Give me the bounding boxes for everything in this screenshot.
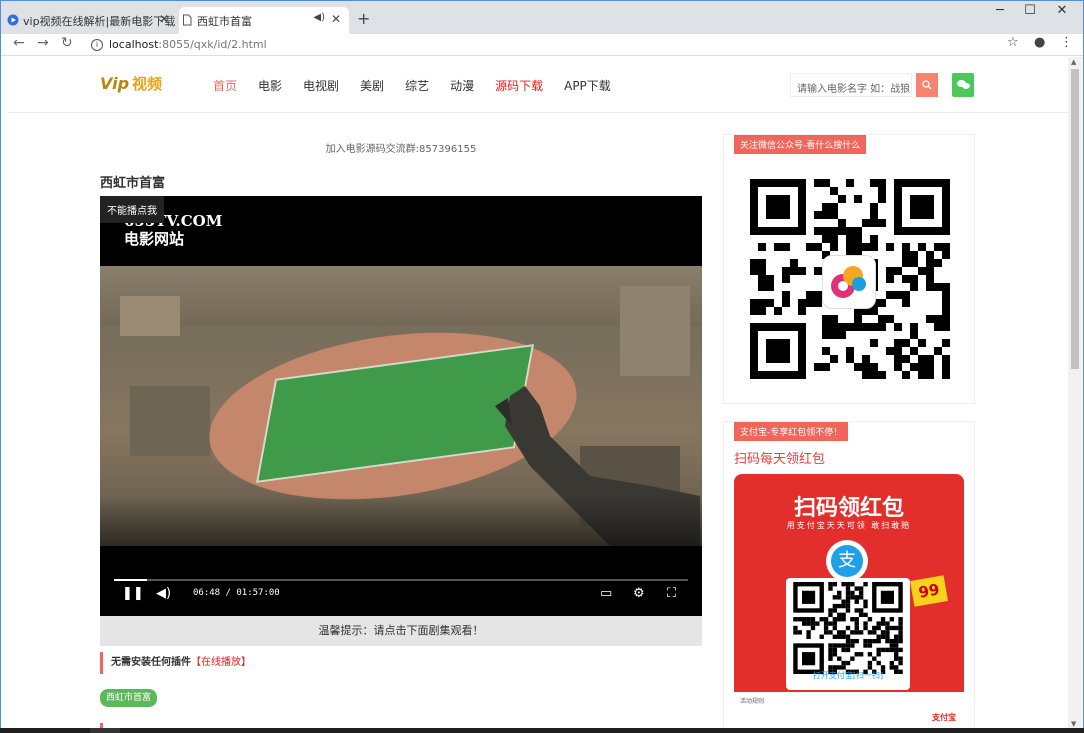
video-favicon-icon [7, 14, 19, 26]
alipay-logo: 支付宝 [932, 713, 956, 722]
page-viewport: Vip 视频 首页 电影 电视剧 美剧 综艺 动漫 源码下载 APP下载 请输入… [8, 57, 1068, 729]
wechat-badge: 关注微信公众号-看什么搜什么 [734, 135, 867, 154]
bookmark-star-icon[interactable]: ☆ [1007, 35, 1019, 50]
search-icon [922, 80, 932, 90]
nav-source-download[interactable]: 源码下载 [495, 77, 543, 94]
maximize-icon[interactable]: ☐ [1015, 3, 1045, 18]
nav-app-download[interactable]: APP下载 [564, 77, 611, 94]
wechat-icon[interactable] [952, 73, 974, 97]
search-input[interactable]: 请输入电影名字 如：战狼 [790, 73, 912, 97]
qq-group-notice: 加入电影源码交流群:857396155 [325, 144, 477, 155]
page-scrollbar[interactable]: ▲ ▼ [1068, 57, 1082, 729]
minimize-icon[interactable]: ─ [985, 3, 1015, 18]
fullscreen-icon[interactable]: ⛶ [667, 586, 676, 601]
logo-text: 视频 [132, 75, 163, 93]
settings-icon[interactable]: ⚙ [633, 586, 645, 601]
site-logo[interactable]: Vip 视频 [100, 73, 162, 94]
new-tab-icon[interactable]: + [357, 9, 370, 28]
play-note: 无需安装任何插件【在线播放】 [100, 652, 251, 674]
nav-variety[interactable]: 综艺 [405, 77, 429, 94]
scan-instruction: 打开支付宝[扫一扫] [812, 671, 884, 680]
online-play-link[interactable]: 【在线播放】 [191, 657, 251, 668]
tab-title: vip视频在线解析|最新电影下载 [23, 14, 176, 28]
current-time: 06:48 [193, 588, 221, 598]
red-packet-poster[interactable]: 扫码领红包 用支付宝天天可领 敢扫敢赔 99 打开支付宝[扫一扫] 活动规则 支… [734, 474, 964, 729]
alipay-badge: 支付宝-专享红包领不停！ [734, 422, 849, 441]
tab-strip: vip视频在线解析|最新电影下载 ✕ 西虹市首富 ◀) ✕ + ─ ☐ ✕ [1, 1, 1083, 34]
search-button[interactable] [916, 73, 938, 97]
speaker-icon[interactable]: ◀) [313, 12, 325, 23]
tab-inactive[interactable]: vip视频在线解析|最新电影下载 ✕ [5, 7, 177, 34]
pause-icon[interactable]: ❚❚ [122, 586, 144, 601]
tab-active[interactable]: 西虹市首富 ◀) ✕ [179, 7, 349, 34]
page-title: 西虹市首富 [100, 176, 166, 191]
page-favicon-icon [183, 14, 192, 26]
nav-anime[interactable]: 动漫 [450, 77, 474, 94]
menu-icon[interactable]: ⋮ [1060, 35, 1073, 50]
close-window-icon[interactable]: ✕ [1047, 3, 1077, 18]
reload-icon[interactable]: ↻ [61, 35, 73, 51]
wechat-card: 关注微信公众号-看什么搜什么 [723, 134, 975, 404]
nav-us-drama[interactable]: 美剧 [360, 77, 384, 94]
cannot-play-button[interactable]: 不能播点我 [100, 196, 164, 223]
volume-icon[interactable]: ◀) [156, 586, 171, 601]
nav-movie[interactable]: 电影 [258, 77, 282, 94]
url-path: :8055/qxk/id/2.html [158, 38, 267, 51]
time-display: 06:48 / 01:57:00 [193, 588, 280, 598]
tab-close-icon[interactable]: ✕ [331, 12, 341, 26]
watermark-line2: 电影网站 [124, 230, 185, 248]
vip-logo-icon: Vip [100, 74, 130, 93]
main-nav: 首页 电影 电视剧 美剧 综艺 动漫 源码下载 APP下载 [213, 77, 632, 94]
scroll-up-icon[interactable]: ▲ [1071, 58, 1076, 66]
nav-tv[interactable]: 电视剧 [303, 77, 339, 94]
duration: 01:57:00 [236, 588, 280, 598]
scroll-down-icon[interactable]: ▼ [1071, 720, 1076, 728]
forward-icon[interactable]: → [37, 35, 49, 51]
episode-button[interactable]: 西虹市首富 [100, 689, 158, 707]
nav-home[interactable]: 首页 [213, 77, 237, 94]
address-bar[interactable]: i localhost:8055/qxk/id/2.html [85, 35, 1015, 54]
redpack-title: 扫码领红包 [793, 496, 904, 521]
taskbar-item [90, 728, 120, 733]
qr-pattern [793, 582, 903, 674]
site-header: Vip 视频 首页 电影 电视剧 美剧 综艺 动漫 源码下载 APP下载 请输入… [8, 57, 1068, 113]
subtitles-icon[interactable]: ▭ [600, 586, 612, 601]
alipay-title: 扫码每天领红包 [734, 452, 826, 467]
price-tag: 99 [910, 575, 948, 607]
play-note-text: 无需安装任何插件 [111, 657, 191, 668]
alipay-icon [826, 540, 868, 582]
redpack-subtitle: 用支付宝天天可领 敢扫敢赔 [786, 521, 912, 530]
profile-icon[interactable]: ● [1034, 35, 1045, 50]
taskbar-strip [0, 728, 1084, 733]
alipay-card: 支付宝-专享红包领不停！ 扫码每天领红包 扫码领红包 用支付宝天天可领 敢扫敢赔… [723, 421, 975, 729]
progress-bar[interactable] [114, 579, 688, 581]
scrollbar-thumb[interactable] [1071, 69, 1079, 369]
info-icon[interactable]: i [91, 38, 103, 51]
tab-title: 西虹市首富 [197, 14, 252, 28]
redpack-footer: 活动规则 支付宝 [734, 692, 964, 729]
player-controls: ❚❚ ◀) 06:48 / 01:57:00 ▭ ⚙ ⛶ [100, 574, 702, 616]
back-icon[interactable]: ← [13, 35, 25, 51]
wechat-qr-code [750, 179, 950, 379]
url-host: localhost [109, 38, 159, 51]
tip-bar: 温馨提示：请点击下面剧集观看！ [100, 616, 702, 646]
tab-close-icon[interactable]: ✕ [159, 12, 169, 26]
app-logo-icon [822, 255, 876, 309]
rules-text: 活动规则 [740, 698, 765, 705]
video-frame [100, 266, 702, 546]
browser-window: vip视频在线解析|最新电影下载 ✕ 西虹市首富 ◀) ✕ + ─ ☐ ✕ ← … [0, 0, 1084, 733]
progress-fill [114, 579, 148, 581]
browser-toolbar: ← → ↻ i localhost:8055/qxk/id/2.html ☆ ●… [1, 34, 1083, 56]
video-player[interactable]: 不能播点我 655TV.COM 电影网站 ❚❚ ◀) 06:48 / 01:57… [100, 196, 702, 616]
